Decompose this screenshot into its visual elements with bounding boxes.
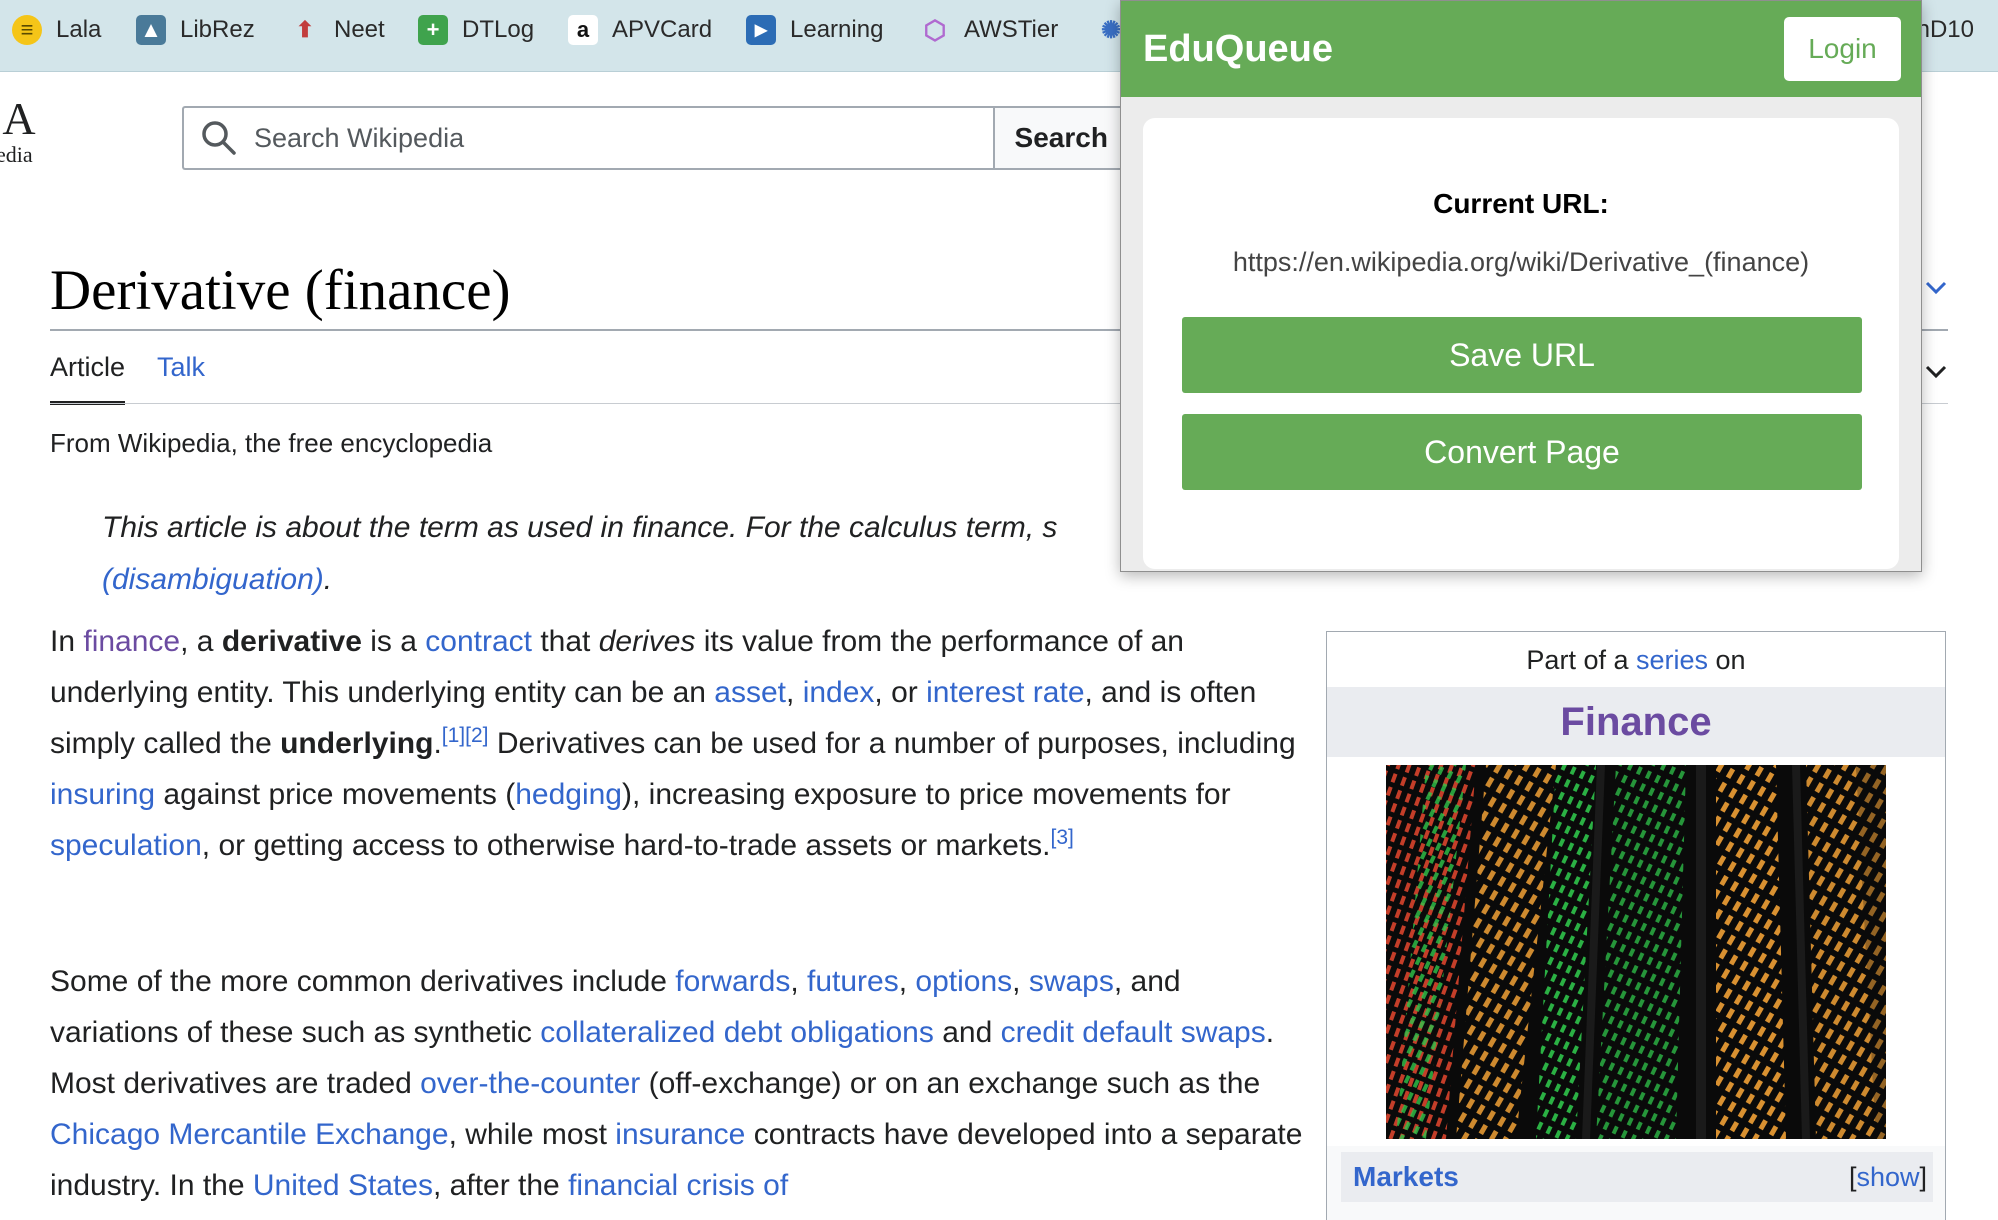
- link-asset[interactable]: asset: [714, 676, 786, 709]
- link-insuring[interactable]: insuring: [50, 778, 155, 811]
- link-cme[interactable]: Chicago Mercantile Exchange: [50, 1118, 449, 1151]
- tab-article[interactable]: Article: [50, 352, 126, 405]
- infobox-markets-row[interactable]: Markets [show]: [1341, 1152, 1933, 1202]
- chevron-down-icon[interactable]: [1924, 360, 1948, 386]
- bookmark-lala[interactable]: ≡ Lala: [12, 0, 101, 60]
- hatnote-text: This article is about the term as used i…: [102, 511, 1058, 544]
- current-url-value: https://en.wikipedia.org/wiki/Derivative…: [1232, 247, 1810, 277]
- bookmark-label: AWSTier: [964, 16, 1059, 43]
- link-futures[interactable]: futures: [807, 965, 899, 998]
- search-box: [182, 106, 993, 170]
- infobox-heading[interactable]: Finance: [1327, 687, 1945, 757]
- link-united-states[interactable]: United States: [253, 1169, 433, 1202]
- bookmark-awstier[interactable]: ⬡ AWSTier: [920, 0, 1059, 60]
- link-financial-crisis[interactable]: financial crisis of: [568, 1169, 788, 1202]
- ref-2[interactable]: [2]: [465, 724, 488, 747]
- eduqueue-popup: EduQueue Login Current URL: https://en.w…: [1120, 0, 1922, 572]
- current-url-label: Current URL:: [1433, 188, 1609, 219]
- ticker-board-graphic: [1386, 765, 1886, 1139]
- link-swaps[interactable]: swaps: [1029, 965, 1114, 998]
- link-series[interactable]: series: [1636, 645, 1708, 675]
- plus-icon: +: [418, 15, 448, 45]
- page-title: Derivative (finance): [50, 259, 511, 322]
- disambiguation-link[interactable]: (disambiguation): [102, 563, 324, 596]
- tab-talk[interactable]: Talk: [157, 352, 205, 405]
- paragraph-intro: In finance, a derivative is a contract t…: [50, 625, 1296, 862]
- convert-page-button[interactable]: Convert Page: [1182, 414, 1862, 490]
- cube-icon: ⬡: [923, 14, 947, 45]
- popup-card: Current URL: https://en.wikipedia.org/wi…: [1143, 118, 1899, 569]
- popup-header: EduQueue Login: [1121, 1, 1921, 97]
- link-cds[interactable]: credit default swaps: [1001, 1016, 1266, 1049]
- bookmark-label: DTLog: [462, 16, 535, 43]
- search-icon: [202, 121, 236, 155]
- link-insurance[interactable]: insurance: [615, 1118, 745, 1151]
- bookmark-label: LibRez: [180, 16, 255, 43]
- link-cdo[interactable]: collateralized debt obligations: [540, 1016, 934, 1049]
- link-hedging[interactable]: hedging: [515, 778, 622, 811]
- bookmark-label: Neet: [334, 16, 385, 43]
- bold-underlying: underlying: [280, 727, 434, 760]
- librez-icon: ▲: [136, 15, 166, 45]
- link-otc[interactable]: over-the-counter: [420, 1067, 640, 1100]
- search-input[interactable]: [254, 122, 954, 154]
- ref-3[interactable]: [3]: [1050, 826, 1073, 849]
- play-icon: ▶: [746, 15, 776, 45]
- logo-tagline: edia: [0, 142, 33, 167]
- popup-title: EduQueue: [1143, 27, 1334, 70]
- search-form: Search: [182, 106, 1192, 170]
- login-button[interactable]: Login: [1784, 17, 1901, 81]
- article-tabs: Article Talk: [50, 352, 237, 405]
- show-link[interactable]: show: [1856, 1162, 1919, 1192]
- bookmark-right[interactable]: nD10: [1917, 0, 1974, 60]
- bookmark-librez[interactable]: ▲ LibRez: [136, 0, 255, 60]
- site-sub: From Wikipedia, the free encyclopedia: [50, 428, 493, 458]
- italic-derives: derives: [598, 625, 696, 658]
- link-interest-rate[interactable]: interest rate: [926, 676, 1084, 709]
- bookmark-apvcard[interactable]: a APVCard: [568, 0, 712, 60]
- logo-wordmark: IA: [0, 93, 37, 144]
- infobox-series-line: Part of a series on: [1327, 632, 1945, 687]
- link-index[interactable]: index: [803, 676, 875, 709]
- show-toggle: [show]: [1848, 1161, 1927, 1192]
- link-contract[interactable]: contract: [425, 625, 532, 658]
- bookmark-neet[interactable]: ⬆ Neet: [290, 0, 385, 60]
- bookmark-dtlog[interactable]: + DTLog: [418, 0, 534, 60]
- save-url-button[interactable]: Save URL: [1182, 317, 1862, 393]
- hatnote: This article is about the term as used i…: [102, 502, 1122, 606]
- ref-1[interactable]: [1]: [442, 724, 465, 747]
- markets-label[interactable]: Markets: [1353, 1161, 1459, 1193]
- bookmark-learning[interactable]: ▶ Learning: [746, 0, 883, 60]
- infobox-image[interactable]: [1327, 757, 1945, 1146]
- wikipedia-logo[interactable]: IA edia: [0, 96, 37, 168]
- link-forwards[interactable]: forwards: [675, 965, 790, 998]
- paragraph-common-derivatives: Some of the more common derivatives incl…: [50, 965, 1303, 1202]
- bookmark-label: APVCard: [612, 16, 713, 43]
- hatnote-end: .: [323, 563, 333, 596]
- lala-icon: ≡: [12, 15, 42, 45]
- bookmark-label: Learning: [790, 16, 884, 43]
- bold-derivative: derivative: [221, 625, 362, 658]
- link-options[interactable]: options: [915, 965, 1012, 998]
- link-speculation[interactable]: speculation: [50, 829, 202, 862]
- stock-board-image: [1386, 765, 1886, 1139]
- chevron-down-icon[interactable]: [1924, 276, 1948, 302]
- infobox-finance-series: Part of a series on Finance Markets [sho…: [1326, 631, 1946, 1220]
- amazon-icon: a: [568, 15, 598, 45]
- link-finance[interactable]: finance: [83, 625, 180, 658]
- rocket-icon: ⬆: [295, 17, 315, 42]
- bookmark-label: Lala: [56, 16, 102, 43]
